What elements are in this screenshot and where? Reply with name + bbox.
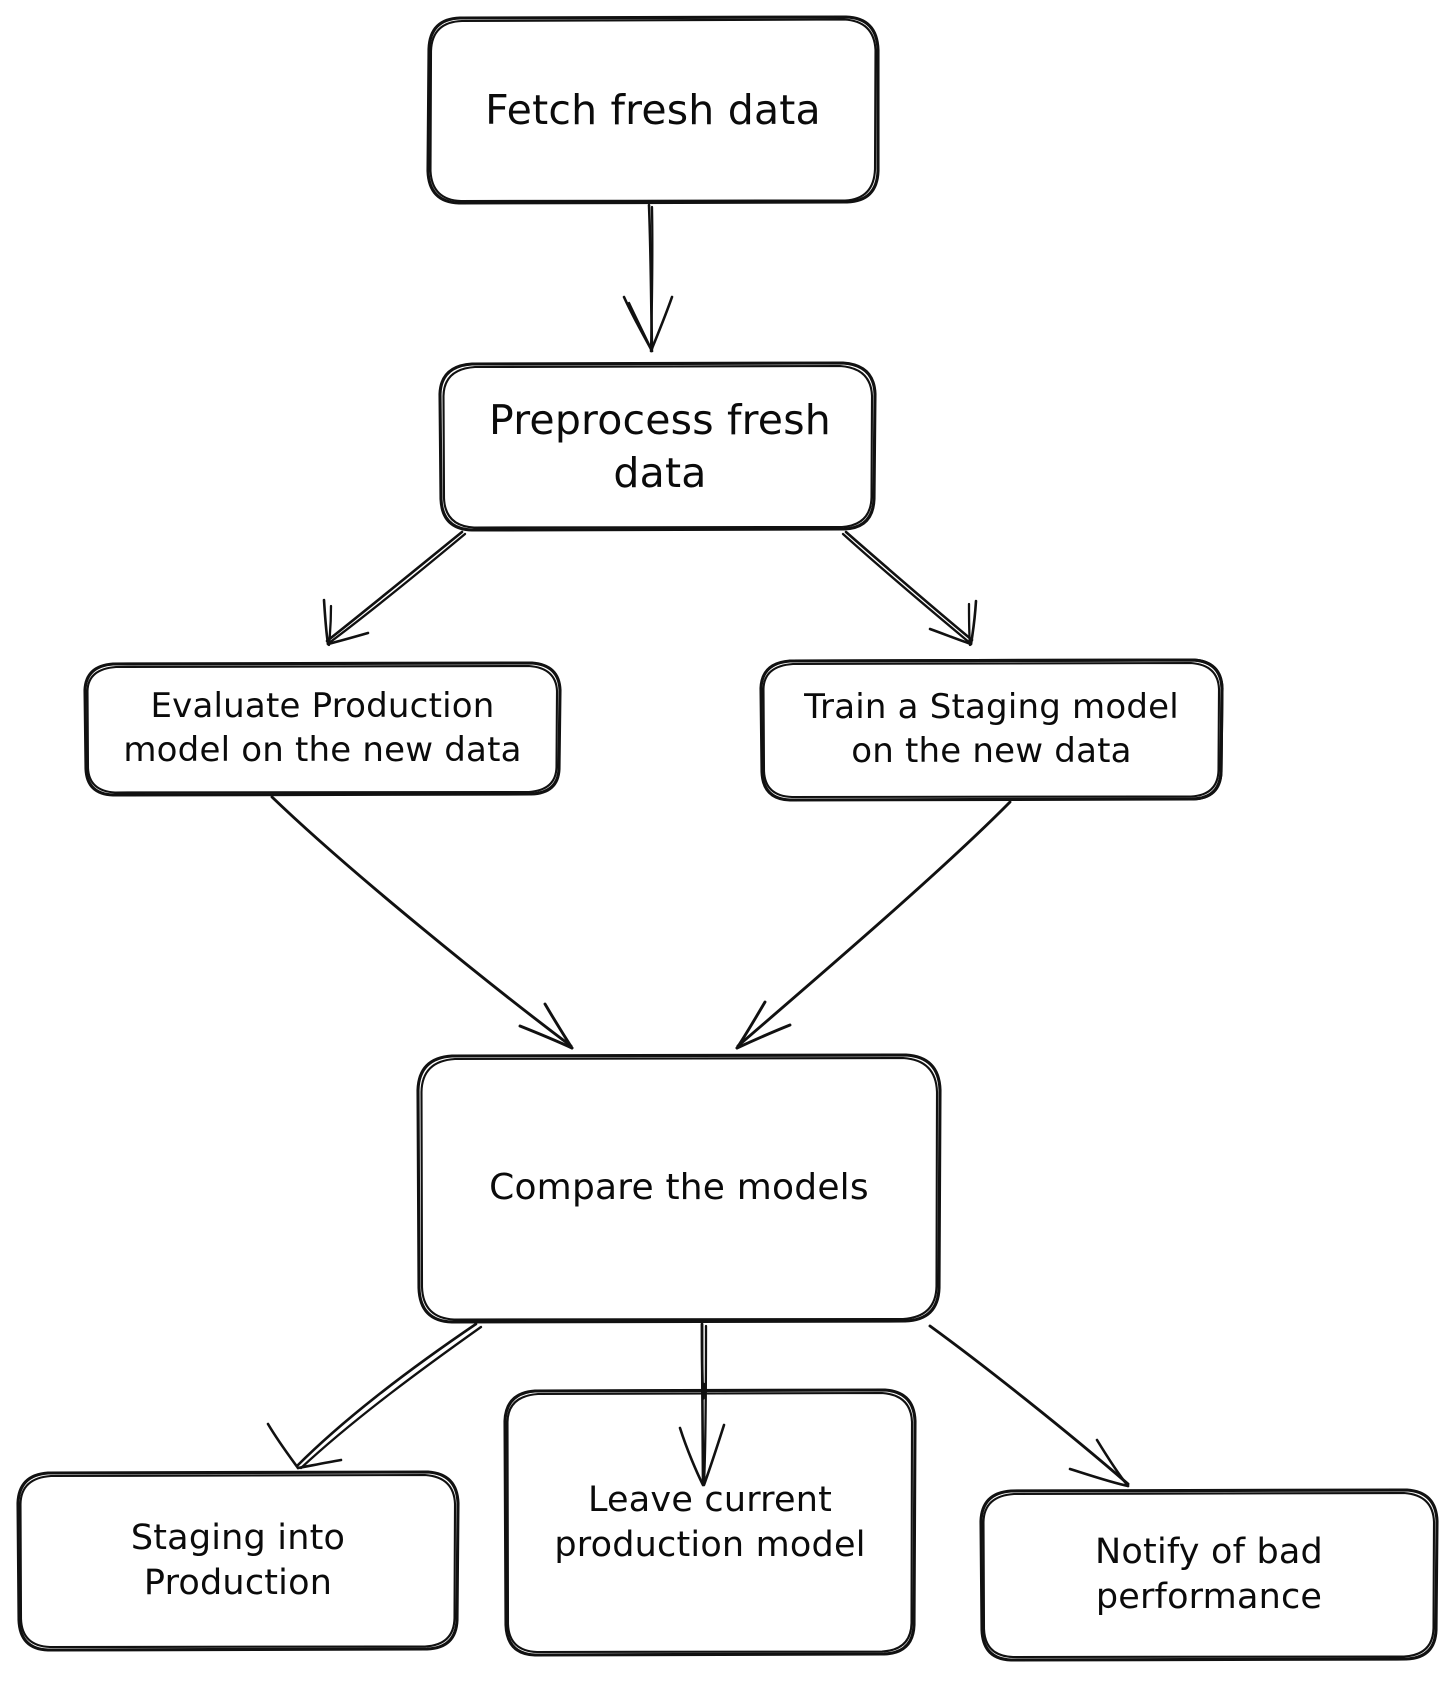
node-label: Preprocess fresh data	[489, 396, 831, 497]
edge-fetch-to-pre	[622, 203, 674, 353]
node-label: Leave current production model	[554, 1479, 866, 1565]
node-label: Evaluate Production model on the new dat…	[123, 686, 522, 770]
node-staging-into-production[interactable]: Staging into Production	[18, 1472, 458, 1650]
node-label: Staging into Production	[130, 1518, 346, 1603]
edge-pre-to-train	[841, 530, 978, 647]
node-label: Train a Staging model on the new data	[804, 687, 1179, 771]
edge-pre-to-eval	[322, 530, 467, 647]
flowchart-canvas: Fetch fresh data Preprocess fresh data E…	[0, 0, 1455, 1682]
edge-compare-to-notify	[928, 1324, 1130, 1488]
node-label: Compare the models	[489, 1167, 869, 1209]
node-label: Notify of bad performance	[1095, 1532, 1323, 1617]
edge-eval-to-compare	[270, 795, 574, 1050]
node-compare-the-models[interactable]: Compare the models	[418, 1055, 940, 1322]
node-fetch-fresh-data[interactable]: Fetch fresh data	[428, 17, 878, 203]
node-evaluate-production-model[interactable]: Evaluate Production model on the new dat…	[85, 663, 560, 795]
node-label: Fetch fresh data	[485, 85, 821, 134]
edge-compare-to-stage	[266, 1322, 483, 1470]
node-notify-of-bad-performance[interactable]: Notify of bad performance	[981, 1490, 1437, 1660]
node-leave-current-production-model[interactable]: Leave current production model	[505, 1390, 915, 1655]
node-train-staging-model[interactable]: Train a Staging model on the new data	[761, 660, 1222, 800]
edge-train-to-compare	[735, 800, 1012, 1050]
node-preprocess-fresh-data[interactable]: Preprocess fresh data	[436, 363, 884, 530]
